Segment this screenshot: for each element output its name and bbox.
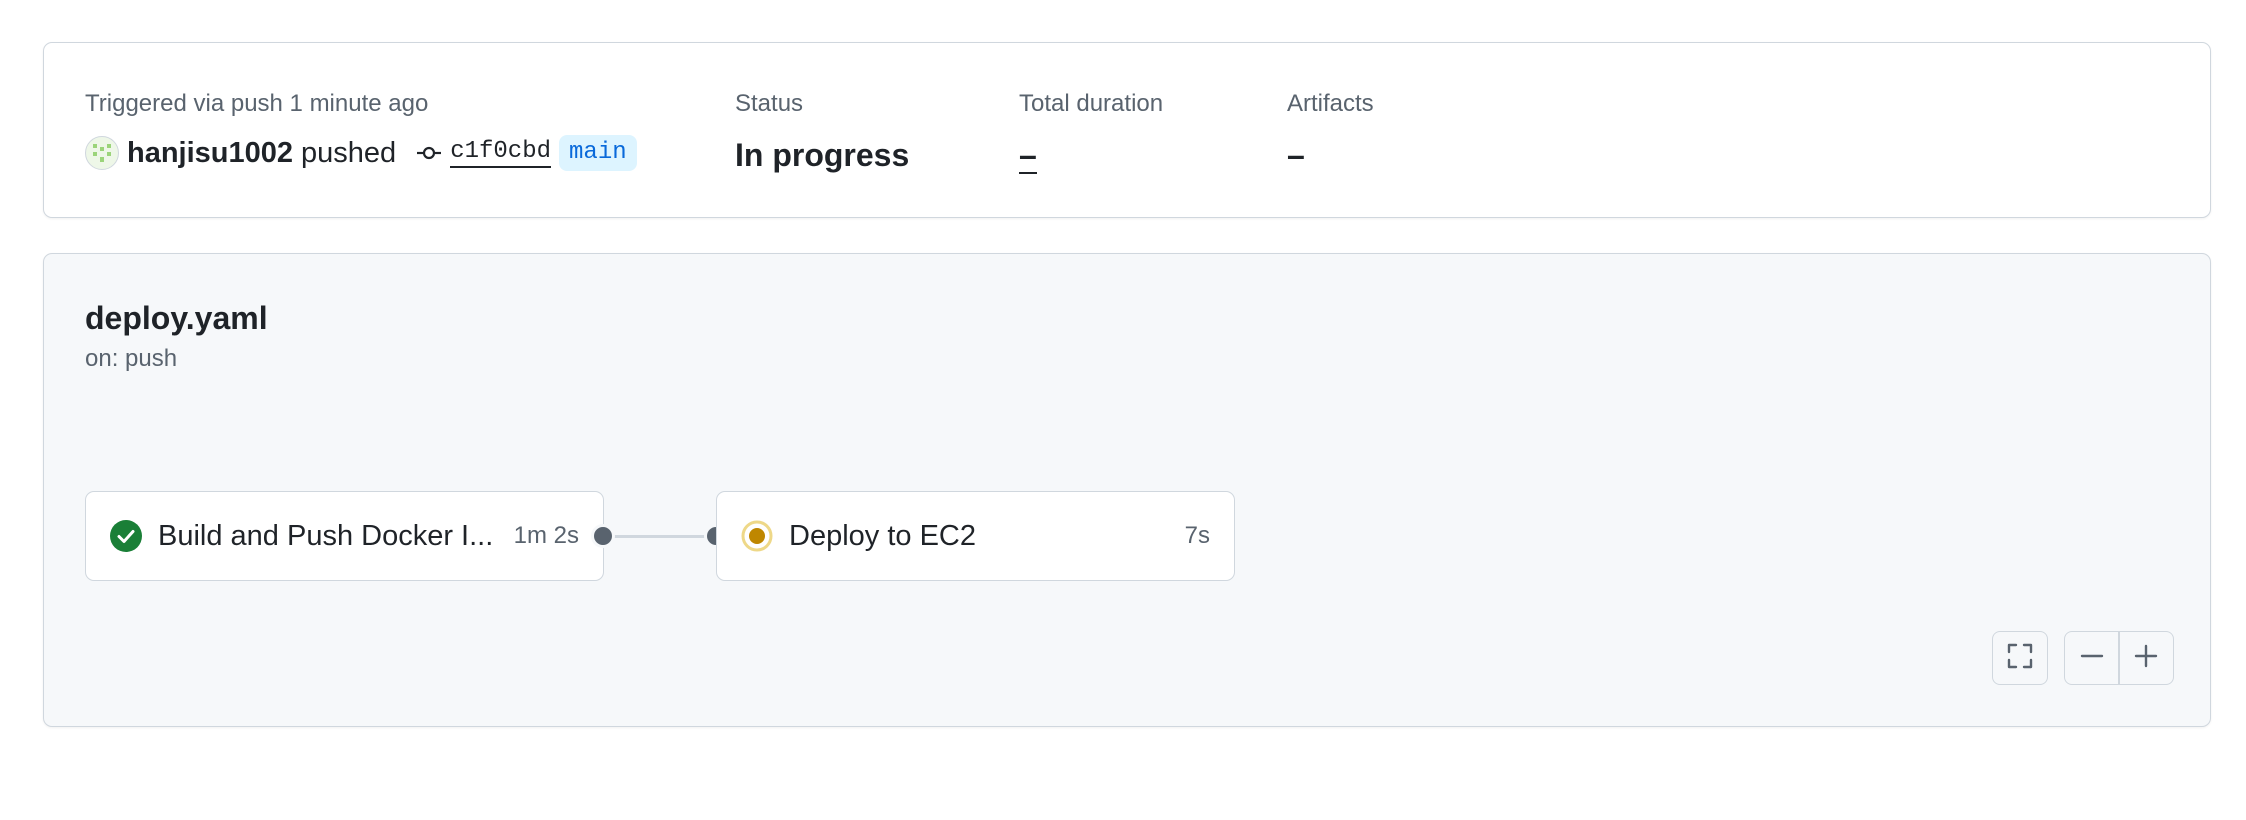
zoom-in-button[interactable] [2120,632,2173,684]
git-commit-icon [416,143,442,163]
workflow-trigger: on: push [85,345,178,372]
status-label: Status [735,90,804,117]
artifacts-column: Artifacts – [1287,89,1374,175]
job-connector-line [604,535,716,538]
artifacts-label: Artifacts [1287,90,1374,117]
job-card-deploy[interactable]: Deploy to EC2 7s [716,491,1235,581]
job-card-build[interactable]: Build and Push Docker I... 1m 2s [85,491,604,581]
job-output-node [591,524,615,548]
job-name: Deploy to EC2 [789,519,976,552]
avatar[interactable] [85,136,119,170]
duration-value[interactable]: – [1019,138,1037,174]
status-value: In progress [735,137,910,173]
status-column: Status In progress [735,89,909,175]
plus-icon [2133,643,2159,674]
zoom-out-button[interactable] [2065,632,2118,684]
push-line: hanjisu1002 pushed c1f0cbd main [85,131,637,175]
pushed-text: pushed [301,136,397,169]
workflow-graph-panel: deploy.yaml on: push Build and Push Dock… [43,253,2211,727]
workflow-file-name: deploy.yaml [85,300,268,336]
job-duration: 7s [1184,522,1210,549]
screen-full-icon [2006,642,2034,675]
trigger-column: Triggered via push 1 minute ago hanjisu1… [85,89,637,175]
check-circle-fill-icon [110,520,142,552]
identicon-icon [93,144,111,162]
commit-sha-link[interactable]: c1f0cbd [450,138,552,168]
branch-badge[interactable]: main [559,135,637,171]
job-name: Build and Push Docker I... [158,519,494,552]
actor-link[interactable]: hanjisu1002 [127,137,293,170]
in-progress-dot-icon [741,520,773,552]
dash-icon [2079,643,2105,674]
zoom-controls [2064,631,2174,685]
trigger-label: Triggered via push 1 minute ago [85,90,429,117]
duration-label: Total duration [1019,90,1164,117]
duration-column: Total duration – [1019,89,1163,175]
artifacts-value: – [1287,137,1305,173]
run-summary-panel: Triggered via push 1 minute ago hanjisu1… [43,42,2211,218]
job-duration: 1m 2s [513,522,579,549]
fullscreen-button[interactable] [1992,631,2048,685]
